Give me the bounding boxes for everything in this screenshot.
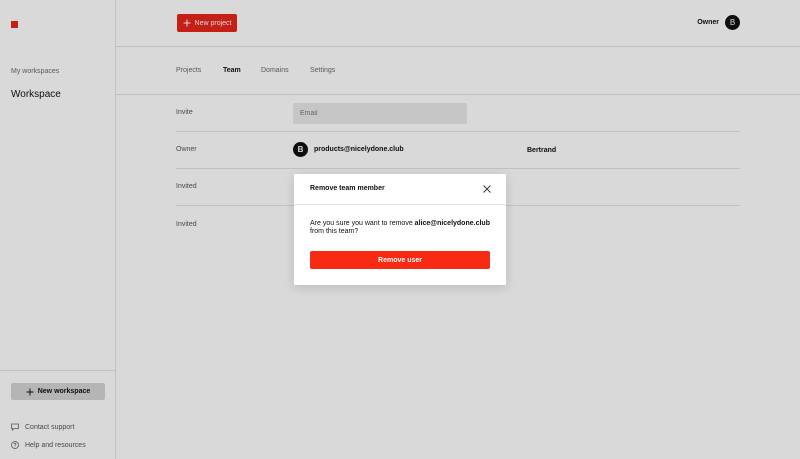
dialog-message-prefix: Are you sure you want to remove xyxy=(310,220,415,227)
close-icon[interactable] xyxy=(482,184,492,194)
dialog-message-suffix: from this team? xyxy=(310,228,359,235)
dialog-message: Are you sure you want to remove alice@ni… xyxy=(294,205,506,236)
remove-member-dialog: Remove team member Are you sure you want… xyxy=(294,174,506,285)
remove-user-button[interactable]: Remove user xyxy=(310,251,490,269)
dialog-message-email: alice@nicelydone.club xyxy=(414,220,490,227)
dialog-title: Remove team member xyxy=(310,185,385,192)
dialog-header: Remove team member xyxy=(294,174,506,205)
